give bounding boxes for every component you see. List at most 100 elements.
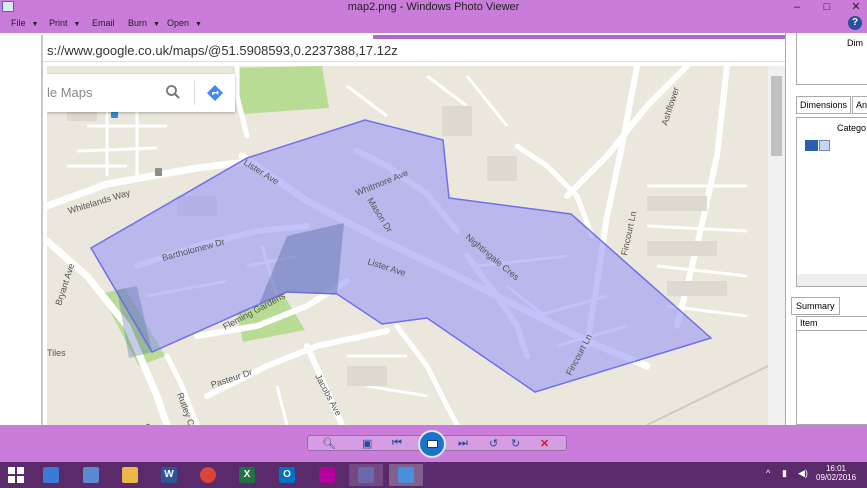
browser-screenshot: s://www.google.co.uk/maps/@51.5908593,0.… <box>41 35 785 425</box>
maps-search-box[interactable]: le Maps <box>47 74 235 112</box>
arrow-icon[interactable] <box>805 140 818 151</box>
maximize-button[interactable]: □ <box>818 1 836 13</box>
dim-column-header: Dim <box>847 38 863 48</box>
list-icon[interactable] <box>819 140 830 151</box>
side-panel: Dim Dimensions Ann Catego Summary Item <box>785 33 867 425</box>
clock[interactable]: 16:01 09/02/2016 <box>816 464 856 482</box>
rotate-right-icon[interactable]: ↻ <box>511 437 520 450</box>
directions-icon[interactable] <box>207 85 223 101</box>
folder-icon <box>122 467 138 483</box>
search-divider <box>194 81 195 105</box>
taskbar-word[interactable]: W <box>152 464 186 486</box>
tab-dimensions[interactable]: Dimensions <box>796 96 852 114</box>
actual-size-icon[interactable]: ▣ <box>362 437 372 450</box>
network-tray-icon[interactable]: ▮ <box>782 468 787 479</box>
network-icon <box>83 467 99 483</box>
word-icon: W <box>161 467 177 483</box>
building <box>647 241 717 256</box>
screen-icon <box>43 467 59 483</box>
search-icon[interactable] <box>165 84 181 100</box>
tab-summary[interactable]: Summary <box>791 297 840 315</box>
next-icon[interactable]: ⏭ <box>458 437 468 450</box>
menu-burn[interactable]: Burn ▼ <box>128 18 160 28</box>
windows-start-icon[interactable] <box>8 467 24 483</box>
label-tiles: Tiles <box>47 348 66 358</box>
browser-scrollbar[interactable] <box>768 66 785 425</box>
volume-icon[interactable]: ◀) <box>798 468 808 479</box>
menu-print[interactable]: Print ▼ <box>49 18 80 28</box>
chevron-down-icon: ▼ <box>195 21 202 28</box>
url-bar[interactable]: s://www.google.co.uk/maps/@51.5908593,0.… <box>43 40 785 62</box>
image-viewport: s://www.google.co.uk/maps/@51.5908593,0.… <box>0 33 867 425</box>
previous-icon[interactable]: ⏮ <box>392 437 402 450</box>
chrome-icon <box>200 467 216 483</box>
menu-email[interactable]: Email <box>92 18 115 28</box>
item-column-header: Item <box>797 317 867 331</box>
label-rutley-cl: Rutley Cl <box>175 391 197 425</box>
railway <box>646 365 768 425</box>
place-marker-icon[interactable] <box>155 168 162 176</box>
close-button[interactable]: ✕ <box>847 1 865 13</box>
viewer-controls: 🔍︎ ▣ ⏮ ⏭ ↺ ↻ ✕ <box>0 425 867 462</box>
slideshow-button[interactable] <box>418 430 446 458</box>
label-jacobs-ave: Jacobs Ave <box>313 372 343 417</box>
window-title: map2.png - Windows Photo Viewer <box>347 1 520 13</box>
menu-file[interactable]: File ▼ <box>11 18 38 28</box>
building <box>442 106 472 136</box>
taskbar-app-icon[interactable] <box>34 464 68 486</box>
menu-open[interactable]: Open ▼ <box>167 18 202 28</box>
chevron-down-icon: ▼ <box>153 21 160 28</box>
chevron-down-icon: ▼ <box>31 21 39 28</box>
taskbar-excel[interactable]: X <box>230 464 264 486</box>
road-local <box>346 74 509 127</box>
horizontal-scrollbar[interactable] <box>797 274 867 286</box>
title-bar: map2.png - Windows Photo Viewer – □ ✕ <box>0 0 867 14</box>
tab-strip <box>373 35 785 39</box>
taskbar-chrome[interactable] <box>191 464 225 486</box>
taskbar-file-explorer[interactable] <box>113 464 147 486</box>
category-header: Catego <box>837 123 867 133</box>
google-map[interactable]: Whitelands Way Bryant Ave Lister Ave Lis… <box>47 66 768 425</box>
clock-time: 16:01 <box>825 464 847 473</box>
zoom-icon[interactable]: 🔍︎ <box>322 437 336 450</box>
taskbar-app-icon[interactable] <box>310 464 344 486</box>
taskbar-outlook[interactable]: O <box>270 464 304 486</box>
category-list: Catego <box>796 117 867 287</box>
taskbar: W X O ^ ▮ ◀) 16:01 09/02/2016 <box>0 462 867 488</box>
people-icon <box>358 467 374 483</box>
tab-annotations[interactable]: Ann <box>852 96 867 114</box>
clock-date: 09/02/2016 <box>816 473 857 482</box>
tray-chevron-icon[interactable]: ^ <box>766 468 770 478</box>
park <box>233 66 329 114</box>
building <box>667 281 727 296</box>
outlook-icon: O <box>279 467 295 483</box>
slideshow-icon <box>427 440 438 448</box>
road-ashflower <box>564 66 690 199</box>
maps-search-input[interactable]: le Maps <box>47 85 93 100</box>
road-local <box>394 323 460 425</box>
map-canvas: Whitelands Way Bryant Ave Lister Ave Lis… <box>47 66 768 425</box>
scrollbar-thumb[interactable] <box>771 76 782 156</box>
chevron-down-icon: ▼ <box>73 21 81 28</box>
dimension-header-box: Dim <box>796 33 867 85</box>
photo-icon <box>398 467 414 483</box>
panel-tabs: Dimensions Ann <box>796 96 867 116</box>
building <box>347 366 387 386</box>
summary-list: Item <box>796 316 867 425</box>
taskbar-app-icon[interactable] <box>74 464 108 486</box>
taskbar-app-icon[interactable] <box>349 464 383 486</box>
minimize-button[interactable]: – <box>788 1 806 13</box>
help-icon[interactable]: ? <box>848 16 862 30</box>
rotate-left-icon[interactable]: ↺ <box>489 437 498 450</box>
image-margin <box>0 33 41 425</box>
label-bryant-ave: Bryant Ave <box>53 262 76 306</box>
menu-bar: File ▼ Print ▼ Email Burn ▼ Open ▼ ? <box>0 14 867 33</box>
excel-icon: X <box>239 467 255 483</box>
media-icon <box>319 467 335 483</box>
label-fincourt-ln-1: Fincourt Ln <box>619 210 638 256</box>
delete-icon[interactable]: ✕ <box>540 437 549 450</box>
taskbar-photo-viewer[interactable] <box>389 464 423 486</box>
road-pasteur-dr <box>204 328 390 399</box>
building <box>487 156 517 181</box>
building <box>647 196 707 211</box>
